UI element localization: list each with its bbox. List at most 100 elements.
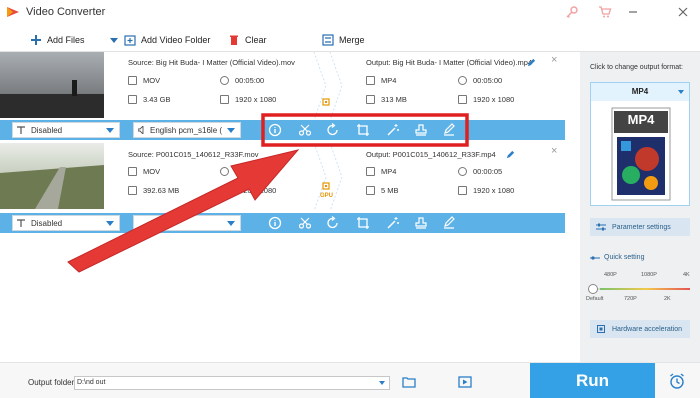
plus-icon — [31, 35, 41, 45]
hardware-acceleration-button[interactable]: Hardware acceleration — [590, 320, 690, 338]
trash-icon — [230, 35, 238, 45]
output-folder-field[interactable]: D:\nd out — [74, 376, 390, 390]
source-size-value: 3.43 GB — [143, 95, 171, 104]
cart-icon[interactable] — [598, 5, 612, 19]
crop-icon[interactable] — [356, 216, 370, 230]
output-format-panel: Click to change output format: MP4 MP4 P… — [580, 52, 700, 362]
source-resolution: 1920 x 1080 — [220, 95, 276, 104]
subtitle-select[interactable]: Disabled — [12, 215, 120, 231]
add-files-button[interactable]: Add Files — [30, 33, 85, 47]
parameter-settings-button[interactable]: Parameter settings — [590, 218, 690, 236]
subtitle-t-icon — [17, 219, 25, 227]
output-resolution: 1920 x 1080 — [458, 186, 514, 195]
source-duration: 00:05:00 — [220, 76, 264, 85]
bottom-bar: Output folder: D:\nd out Run — [0, 362, 700, 398]
output-size: 313 MB — [366, 95, 407, 104]
quick-setting-label: Quick setting — [604, 254, 645, 261]
output-title: Output: P001C015_140612_R33F.mp4 — [366, 150, 496, 159]
resolution-icon — [220, 95, 229, 104]
clock-icon — [220, 76, 229, 85]
merge-button[interactable]: Merge — [322, 33, 365, 47]
format-icon-label: MP4 — [627, 112, 655, 127]
source-duration-value: 00:05:00 — [235, 167, 265, 176]
resolution-icon — [220, 186, 229, 195]
quality-label-4k: 4K — [683, 272, 690, 278]
alarm-clock-icon[interactable] — [668, 372, 686, 390]
subtitle-t-icon — [17, 126, 25, 134]
subtitle-edit-icon[interactable] — [442, 123, 456, 137]
output-resolution-value: 1920 x 1080 — [473, 186, 515, 195]
close-icon[interactable] — [676, 5, 690, 19]
audio-track-select[interactable]: None — [133, 215, 241, 231]
resolution-icon — [458, 95, 467, 104]
video-thumbnail[interactable] — [0, 143, 104, 209]
output-format: MP4 — [366, 76, 396, 85]
slider-mini-icon — [590, 255, 600, 260]
audio-track-select[interactable]: English pcm_s16le ( — [133, 122, 241, 138]
chip-icon — [597, 325, 605, 333]
quick-setting-title: Quick setting — [590, 254, 644, 261]
file-size-icon — [128, 186, 137, 195]
file-size-icon — [366, 186, 375, 195]
clear-button[interactable]: Clear — [228, 33, 267, 47]
cut-icon[interactable] — [298, 216, 312, 230]
subtitle-select[interactable]: Disabled — [12, 122, 120, 138]
gpu-label: GPU — [320, 193, 334, 199]
rename-pen-icon[interactable] — [506, 150, 515, 159]
quality-label-default: Default — [586, 296, 604, 302]
output-format-value: MP4 — [381, 76, 397, 85]
effects-wand-icon[interactable] — [386, 216, 400, 230]
add-video-folder-button[interactable]: Add Video Folder — [124, 33, 210, 47]
video-thumbnail[interactable] — [0, 52, 104, 118]
remove-item-icon[interactable]: × — [551, 54, 557, 66]
merge-icon — [322, 34, 334, 46]
crop-icon[interactable] — [356, 123, 370, 137]
subtitle-select-value: Disabled — [31, 125, 63, 135]
format-icon — [366, 167, 375, 176]
video-control-bar: Disabled English pcm_s16le ( — [0, 120, 565, 140]
video-item: Source: P001C015_140612_R33F.mov MOV 00:… — [0, 143, 565, 213]
effects-wand-icon[interactable] — [386, 123, 400, 137]
gpu-chip-icon — [322, 98, 330, 106]
quality-slider-track[interactable] — [592, 288, 690, 290]
clear-label: Clear — [245, 35, 267, 45]
output-format-selector[interactable]: MP4 MP4 — [590, 82, 690, 206]
info-icon[interactable] — [268, 216, 282, 230]
remove-item-icon[interactable]: × — [551, 145, 557, 157]
watermark-stamp-icon[interactable] — [414, 123, 428, 137]
subtitle-edit-icon[interactable] — [442, 216, 456, 230]
source-resolution-value: 1920 x 1080 — [235, 95, 277, 104]
source-size-value: 392.63 MB — [143, 186, 180, 195]
info-icon[interactable] — [268, 123, 282, 137]
minimize-icon[interactable] — [626, 5, 640, 19]
folder-open-icon[interactable] — [402, 376, 416, 388]
output-size-value: 5 MB — [381, 186, 399, 195]
output-video-icon[interactable] — [458, 376, 472, 388]
app-logo-icon — [7, 7, 19, 17]
quality-slider-thumb[interactable] — [588, 284, 598, 294]
clock-icon — [458, 76, 467, 85]
source-duration-value: 00:05:00 — [235, 76, 265, 85]
quality-label-2k: 2K — [664, 296, 671, 302]
quality-label-480p: 480P — [604, 272, 617, 278]
speaker-icon — [138, 126, 144, 134]
convert-arrow-icon — [313, 143, 343, 211]
output-title: Output: Big Hit Buda- I Matter (Official… — [366, 58, 533, 67]
format-name: MP4 — [591, 83, 689, 101]
rename-pen-icon[interactable] — [527, 58, 536, 67]
cut-icon[interactable] — [298, 123, 312, 137]
convert-arrow-icon — [313, 52, 343, 120]
output-format-value: MP4 — [381, 167, 397, 176]
source-resolution-value: 1920 x 1080 — [235, 186, 277, 195]
source-format-value: MOV — [143, 167, 161, 176]
watermark-stamp-icon[interactable] — [414, 216, 428, 230]
rotate-icon[interactable] — [326, 123, 340, 137]
add-files-dropdown-icon[interactable] — [110, 38, 118, 44]
key-icon[interactable] — [565, 5, 579, 19]
run-button[interactable]: Run — [530, 363, 655, 398]
quality-label-1080p: 1080P — [641, 272, 657, 278]
rotate-icon[interactable] — [326, 216, 340, 230]
source-resolution: 1920 x 1080 — [220, 186, 276, 195]
hardware-acceleration-label: Hardware acceleration — [612, 325, 683, 333]
parameter-settings-label: Parameter settings — [612, 223, 671, 231]
